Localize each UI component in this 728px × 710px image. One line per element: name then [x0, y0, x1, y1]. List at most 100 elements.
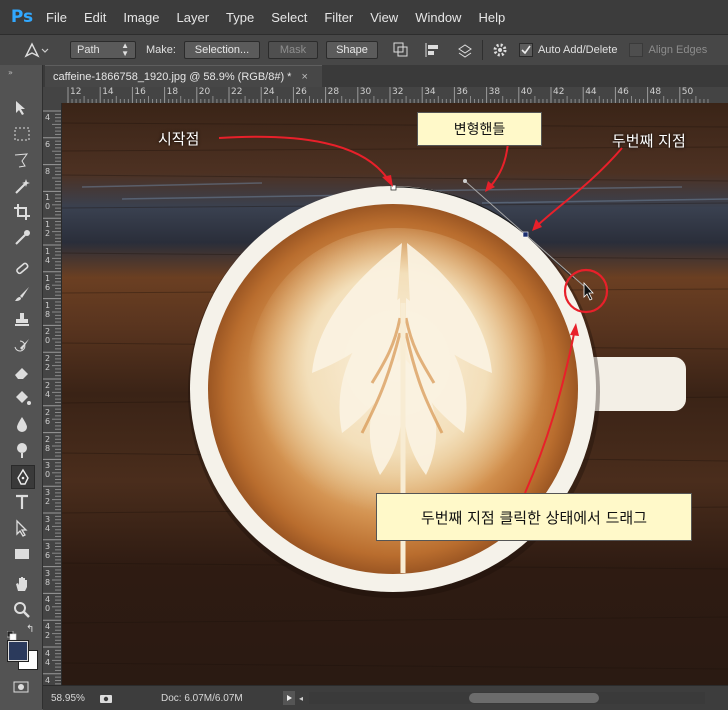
- document-tab-title: caffeine-1866758_1920.jpg @ 58.9% (RGB/8…: [53, 70, 292, 83]
- document-canvas[interactable]: 시작점 변형핸들 두번째 지점 두번째 지점 클릭한 상태에서 드래그: [62, 103, 728, 685]
- brush-tool-icon[interactable]: [11, 283, 33, 305]
- eraser-tool-icon[interactable]: [11, 361, 33, 383]
- panel-collapse-icon[interactable]: »: [8, 68, 13, 77]
- ruler-label: 1 0: [45, 193, 51, 212]
- tool-mode-value: Path: [77, 44, 100, 56]
- menu-window[interactable]: Window: [415, 10, 461, 25]
- ruler-label: 16: [134, 87, 146, 97]
- type-tool-icon[interactable]: [11, 491, 33, 513]
- menu-image[interactable]: Image: [123, 10, 159, 25]
- ruler-label: 30: [359, 87, 372, 97]
- stamp-tool-icon[interactable]: [11, 309, 33, 331]
- ruler-label: 36: [456, 87, 468, 97]
- pen-tool-icon[interactable]: [11, 465, 35, 489]
- rectangle-tool-icon[interactable]: [11, 543, 33, 565]
- ruler-label: 3 2: [45, 488, 51, 507]
- ruler-label: 12: [70, 87, 82, 97]
- scroll-left-icon[interactable]: ◂: [299, 694, 303, 703]
- ruler-label: 2 4: [45, 381, 51, 399]
- ruler-label: 48: [649, 87, 662, 97]
- ruler-label: 1 2: [45, 220, 51, 239]
- ruler-label: 40: [520, 87, 533, 97]
- selection-button[interactable]: Selection...: [183, 41, 260, 59]
- menu-help[interactable]: Help: [478, 10, 505, 25]
- ruler-label: 1 8: [45, 300, 51, 319]
- history-brush-icon[interactable]: [11, 335, 33, 357]
- ruler-label: 22: [231, 87, 243, 97]
- zoom-level[interactable]: 58.95%: [51, 693, 99, 704]
- foreground-color-swatch[interactable]: [7, 640, 29, 662]
- ruler-label: 3 6: [45, 541, 51, 560]
- camera-icon[interactable]: [99, 692, 113, 704]
- ruler-label: 3 4: [45, 515, 51, 533]
- menu-layer[interactable]: Layer: [177, 10, 210, 25]
- move-tool-icon[interactable]: [11, 97, 33, 119]
- document-tab[interactable]: caffeine-1866758_1920.jpg @ 58.9% (RGB/8…: [45, 65, 322, 87]
- pen-tool-preset-icon[interactable]: [22, 39, 50, 61]
- path-alignment-icon[interactable]: [424, 41, 442, 59]
- menu-edit[interactable]: Edit: [84, 10, 106, 25]
- healing-brush-icon[interactable]: [11, 257, 33, 279]
- hand-tool-icon[interactable]: [11, 573, 33, 595]
- path-arrangement-icon[interactable]: [456, 41, 474, 59]
- status-menu-arrow-icon[interactable]: [283, 691, 295, 705]
- mask-button[interactable]: Mask: [267, 41, 318, 59]
- status-bar: 58.95% Doc: 6.07M/6.07M ◂: [43, 685, 728, 710]
- tools-panel: » ↰: [0, 65, 43, 709]
- menu-filter[interactable]: Filter: [324, 10, 353, 25]
- align-edges-checkbox[interactable]: [629, 43, 644, 57]
- ruler-label: 2 2: [45, 354, 51, 373]
- scrollbar-thumb[interactable]: [469, 693, 600, 703]
- menu-view[interactable]: View: [370, 10, 398, 25]
- chevron-updown-icon: ▲ ▼: [121, 41, 129, 58]
- auto-add-delete-checkbox[interactable]: [518, 43, 533, 57]
- paint-bucket-icon[interactable]: [11, 387, 33, 409]
- ruler-label: 6: [45, 139, 51, 149]
- auto-add-delete-label: Auto Add/Delete: [537, 44, 618, 56]
- start-point-label: 시작점: [158, 130, 200, 148]
- ruler-label: 44: [585, 87, 597, 97]
- menu-type[interactable]: Type: [226, 10, 254, 25]
- blur-tool-icon[interactable]: [11, 413, 33, 435]
- marquee-tool-icon[interactable]: [11, 123, 33, 145]
- ruler-label: 20: [198, 87, 211, 97]
- gear-icon[interactable]: [491, 41, 509, 59]
- path-operations-icon[interactable]: [392, 41, 410, 59]
- zoom-tool-icon[interactable]: [11, 599, 33, 621]
- vertical-ruler: 4 6 8 1 0 1 2 1 4 1 6 1 8 2 0 2 2 2 4 2 6 2 8 3 0 3 2 3…: [43, 103, 62, 685]
- photoshop-logo: Ps: [10, 7, 34, 27]
- transform-handle-label: 변형핸들: [417, 112, 542, 146]
- default-colors-icon[interactable]: [6, 626, 17, 641]
- ruler-label: 24: [263, 87, 275, 97]
- swap-colors-icon[interactable]: ↰: [26, 624, 34, 635]
- ruler-label: 32: [392, 87, 404, 97]
- shape-button[interactable]: Shape: [325, 41, 378, 59]
- ruler-label: 8: [45, 166, 51, 176]
- path-selection-icon[interactable]: [11, 517, 33, 539]
- ruler-label: 4 0: [45, 595, 51, 614]
- lasso-tool-icon[interactable]: [11, 149, 33, 171]
- tool-mode-dropdown[interactable]: Path ▲ ▼: [70, 41, 136, 59]
- divider: [481, 40, 483, 60]
- crop-tool-icon[interactable]: [11, 201, 33, 223]
- horizontal-scrollbar[interactable]: [309, 692, 706, 704]
- dodge-tool-icon[interactable]: [11, 439, 33, 461]
- align-edges-label: Align Edges: [648, 44, 708, 56]
- ruler-label: 26: [295, 87, 307, 97]
- document-tab-bar: caffeine-1866758_1920.jpg @ 58.9% (RGB/8…: [43, 65, 728, 87]
- ruler-label: 1 4: [45, 247, 51, 265]
- ruler-label: 3 8: [45, 568, 51, 587]
- eyedropper-icon[interactable]: [11, 227, 33, 249]
- close-icon[interactable]: ×: [301, 71, 307, 83]
- menu-select[interactable]: Select: [271, 10, 307, 25]
- quick-mask-icon[interactable]: [13, 678, 29, 693]
- ruler-label: 34: [424, 87, 436, 97]
- second-point-label: 두번째 지점: [612, 132, 686, 150]
- ruler-label: 4 4: [45, 649, 51, 667]
- ruler-label: 42: [553, 87, 565, 97]
- document-size: Doc: 6.07M/6.07M: [161, 692, 243, 704]
- menu-file[interactable]: File: [46, 10, 67, 25]
- ruler-label: 18: [166, 87, 179, 97]
- ruler-label: 3 0: [45, 461, 51, 480]
- magic-wand-icon[interactable]: [11, 175, 33, 197]
